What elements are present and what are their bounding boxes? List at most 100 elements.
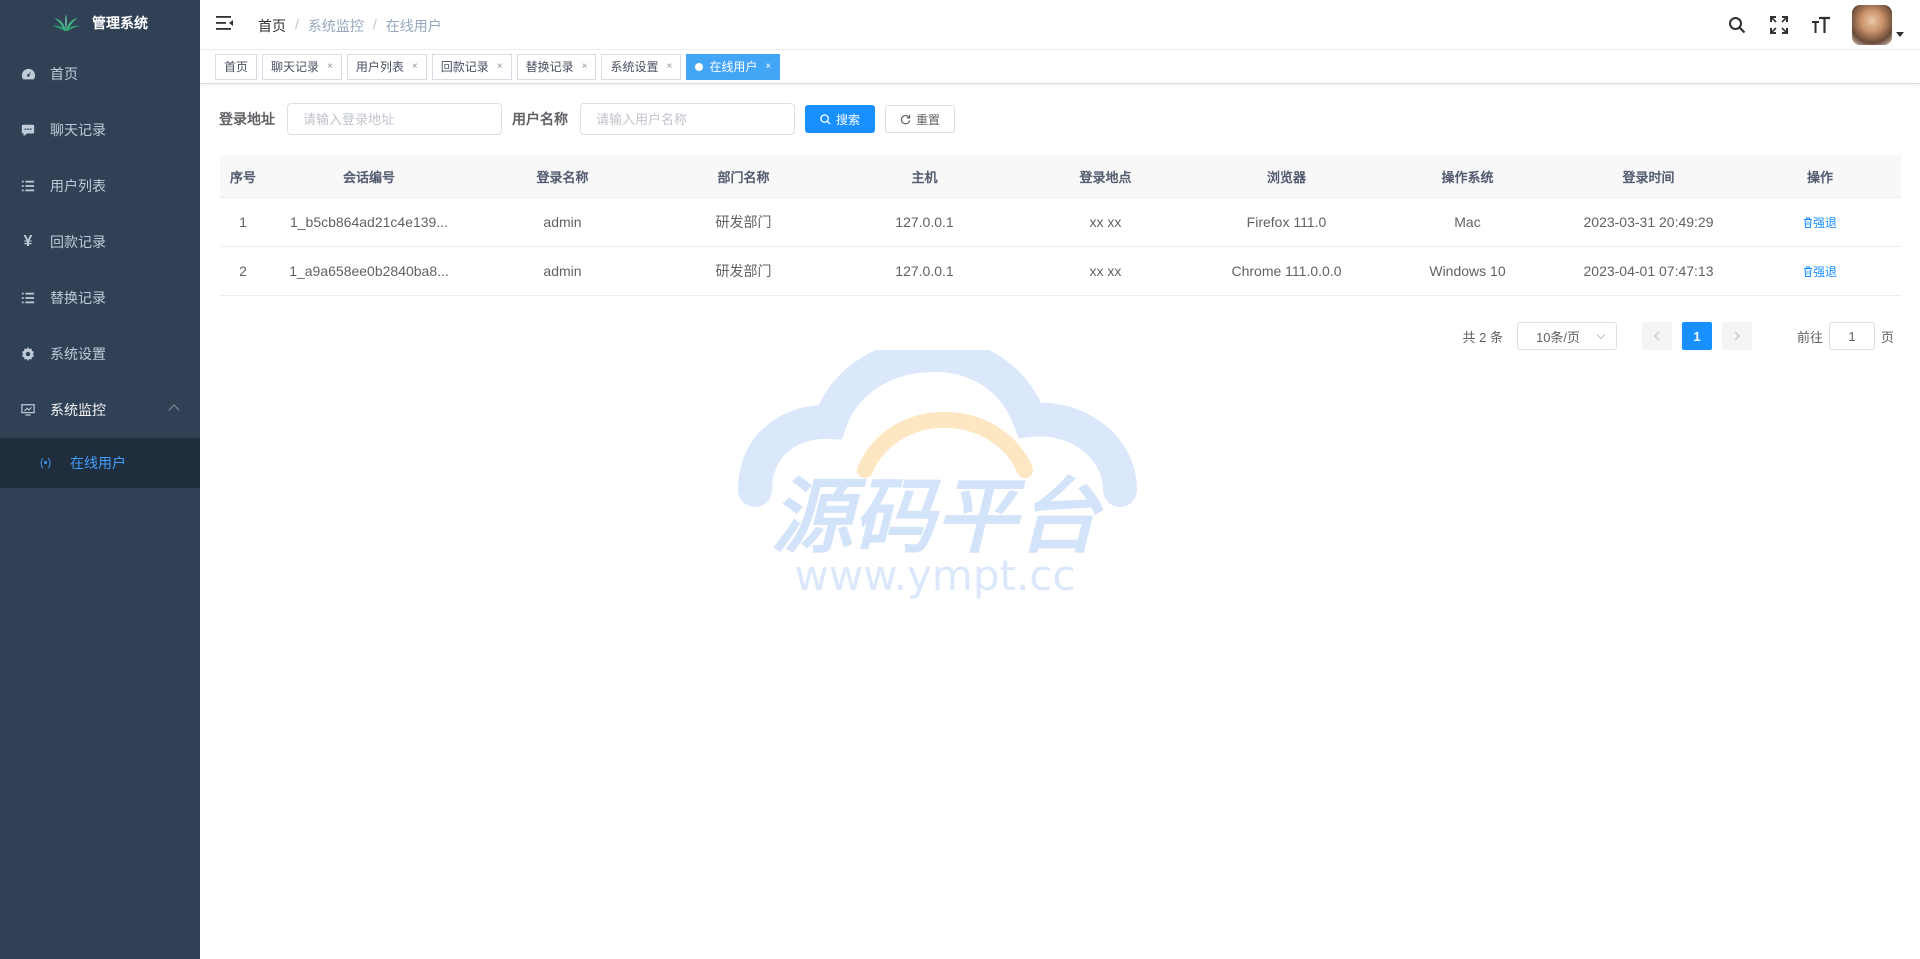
sidebar-item-label: 在线用户 — [70, 455, 126, 471]
close-icon[interactable]: × — [497, 55, 503, 79]
breadcrumb-item-monitor: 系统监控 — [307, 18, 364, 34]
force-logout-button[interactable]: 强退 — [1803, 214, 1837, 231]
logo-text: 管理系统 — [92, 15, 148, 31]
cell-browser: Firefox 111.0 — [1246, 214, 1327, 230]
column-header: 会话编号 — [342, 169, 395, 185]
column-header: 部门名称 — [717, 169, 770, 185]
font-size-icon[interactable] — [1810, 14, 1832, 36]
table-row: 2 1_a9a658ee0b2840ba8... admin 研发部门 127.… — [220, 247, 1901, 296]
delete-icon — [1803, 217, 1812, 228]
prev-page-button[interactable] — [1641, 322, 1672, 350]
close-icon[interactable]: × — [327, 55, 333, 79]
goto-page-input[interactable] — [1828, 322, 1875, 350]
force-logout-label: 强退 — [1812, 215, 1837, 230]
cell-os: Windows 10 — [1429, 263, 1506, 279]
cell-dept: 研发部门 — [715, 214, 772, 230]
table-header: 序号 会话编号 登录名称 部门名称 主机 登录地点 浏览器 操作系统 登录时间 … — [220, 155, 1901, 198]
sidebar-item-label: 首页 — [50, 66, 78, 82]
page-suffix: 页 — [1880, 329, 1894, 345]
cell-dept: 研发部门 — [715, 263, 772, 279]
page-jumper: 前往 页 — [1797, 322, 1894, 350]
tag-label: 首页 — [224, 59, 249, 74]
tag-chat[interactable]: 聊天记录 × — [262, 53, 342, 80]
breadcrumb-item-home[interactable]: 首页 — [258, 16, 286, 36]
close-icon[interactable]: × — [582, 55, 588, 79]
cell-no: 2 — [239, 263, 247, 279]
cell-location: xx xx — [1089, 214, 1122, 230]
sidebar: 管理系统 首页 聊天记录 用户列表 ¥ 回款记录 替换记录 系统设置 系统监控 … — [0, 0, 200, 959]
monitor-icon — [20, 402, 36, 418]
close-icon[interactable]: × — [412, 55, 418, 79]
cell-session: 1_a9a658ee0b2840ba8... — [289, 263, 449, 279]
sidebar-item-payments[interactable]: ¥ 回款记录 — [0, 214, 200, 270]
goto-label: 前往 — [1796, 329, 1823, 345]
watermark: 源码平台 www.ympt.cc — [738, 350, 1137, 600]
force-logout-button[interactable]: 强退 — [1803, 263, 1837, 280]
breadcrumb-separator: / — [372, 16, 377, 32]
column-header: 登录名称 — [536, 169, 589, 185]
tag-users[interactable]: 用户列表 × — [346, 53, 427, 80]
tag-payments[interactable]: 回款记录 × — [431, 53, 512, 80]
search-icon — [820, 113, 831, 125]
tag-settings[interactable]: 系统设置 × — [601, 53, 682, 80]
active-dot — [695, 62, 704, 71]
sidebar-item-label: 替换记录 — [50, 290, 106, 306]
tag-label: 系统设置 — [610, 59, 659, 74]
search-icon[interactable] — [1726, 14, 1748, 36]
tag-label: 在线用户 — [709, 59, 758, 74]
tag-label: 替换记录 — [525, 59, 574, 74]
column-header: 操作系统 — [1441, 169, 1494, 185]
hamburger-icon[interactable] — [216, 15, 234, 31]
tag-label: 用户列表 — [355, 59, 404, 74]
sidebar-item-label: 用户列表 — [50, 178, 106, 194]
breadcrumb: 首页 / 系统监控 / 在线用户 — [258, 16, 442, 36]
cell-login-time: 2023-04-01 07:47:13 — [1583, 263, 1714, 279]
avatar[interactable] — [1852, 5, 1892, 45]
breadcrumb-separator: / — [295, 16, 299, 32]
page-number-button[interactable]: 1 — [1681, 322, 1712, 350]
online-icon: (•) — [40, 457, 52, 469]
column-header: 登录时间 — [1622, 169, 1675, 185]
search-form: 登录地址 用户名称 搜索 重置 — [219, 103, 965, 135]
chevron-down-icon — [1596, 330, 1606, 340]
sidebar-item-chat[interactable]: 聊天记录 — [0, 102, 200, 158]
reset-button[interactable]: 重置 — [885, 105, 956, 133]
column-header: 主机 — [911, 169, 938, 185]
ip-input[interactable] — [287, 103, 502, 135]
sidebar-item-monitor[interactable]: 系统监控 — [0, 382, 200, 438]
tag-online-users[interactable]: 在线用户 × — [686, 53, 781, 80]
reset-button-label: 重置 — [916, 112, 941, 127]
refresh-icon — [900, 114, 911, 125]
next-page-button[interactable] — [1721, 322, 1752, 350]
sidebar-item-label: 系统设置 — [50, 346, 106, 362]
tag-replace[interactable]: 替换记录 × — [516, 53, 597, 80]
chat-bubble-icon — [20, 122, 36, 138]
page-size-select[interactable]: 10条/页 — [1516, 322, 1617, 350]
tag-home[interactable]: 首页 — [215, 53, 258, 80]
column-header: 登录地点 — [1079, 169, 1132, 185]
yen-icon: ¥ — [23, 233, 33, 250]
sidebar-item-home[interactable]: 首页 — [0, 46, 200, 102]
sidebar-item-users[interactable]: 用户列表 — [0, 158, 200, 214]
sidebar-item-online-users[interactable]: (•) 在线用户 — [0, 438, 200, 488]
logo[interactable]: 管理系统 — [0, 0, 200, 46]
search-button[interactable]: 搜索 — [805, 105, 876, 133]
tag-label: 回款记录 — [440, 59, 489, 74]
column-header: 浏览器 — [1266, 169, 1306, 185]
sidebar-item-settings[interactable]: 系统设置 — [0, 326, 200, 382]
sidebar-item-replace[interactable]: 替换记录 — [0, 270, 200, 326]
caret-down-icon[interactable] — [1896, 32, 1904, 37]
navbar: 首页 / 系统监控 / 在线用户 — [200, 0, 1920, 50]
close-icon[interactable]: × — [765, 55, 771, 79]
close-icon[interactable]: × — [666, 55, 672, 79]
navbar-right — [1726, 0, 1920, 50]
cell-os: Mac — [1454, 214, 1481, 230]
ip-label: 登录地址 — [219, 111, 275, 127]
fullscreen-icon[interactable] — [1768, 14, 1790, 36]
pagination-total: 共 2 条 — [1462, 329, 1503, 345]
username-label: 用户名称 — [512, 111, 568, 127]
chevron-left-icon — [1654, 331, 1660, 341]
page-size-value: 10条/页 — [1535, 329, 1581, 345]
username-input[interactable] — [580, 103, 795, 135]
cell-login-name: admin — [543, 214, 582, 230]
